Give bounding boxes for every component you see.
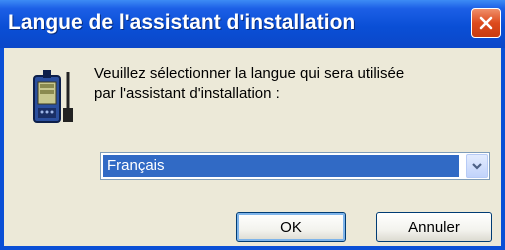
- window-title: Langue de l'assistant d'installation: [8, 11, 356, 34]
- title-bar[interactable]: Langue de l'assistant d'installation: [0, 0, 505, 48]
- language-prompt: Veuillez sélectionner la langue qui sera…: [94, 64, 484, 104]
- cancel-button[interactable]: Annuler: [376, 212, 492, 242]
- prompt-line-2: par l'assistant d'installation :: [94, 85, 280, 102]
- dropdown-button[interactable]: [466, 154, 488, 178]
- dialog-body: Veuillez sélectionner la langue qui sera…: [4, 48, 501, 246]
- installer-device-icon: [33, 70, 73, 123]
- language-select[interactable]: Français: [100, 152, 490, 180]
- language-select-value: Français: [103, 155, 459, 177]
- prompt-line-1: Veuillez sélectionner la langue qui sera…: [94, 65, 405, 82]
- close-icon: [479, 16, 493, 30]
- chevron-down-icon: [472, 163, 482, 170]
- ok-button[interactable]: OK: [236, 212, 346, 242]
- language-dialog: Langue de l'assistant d'installation Veu…: [0, 0, 505, 250]
- close-button[interactable]: [471, 8, 501, 38]
